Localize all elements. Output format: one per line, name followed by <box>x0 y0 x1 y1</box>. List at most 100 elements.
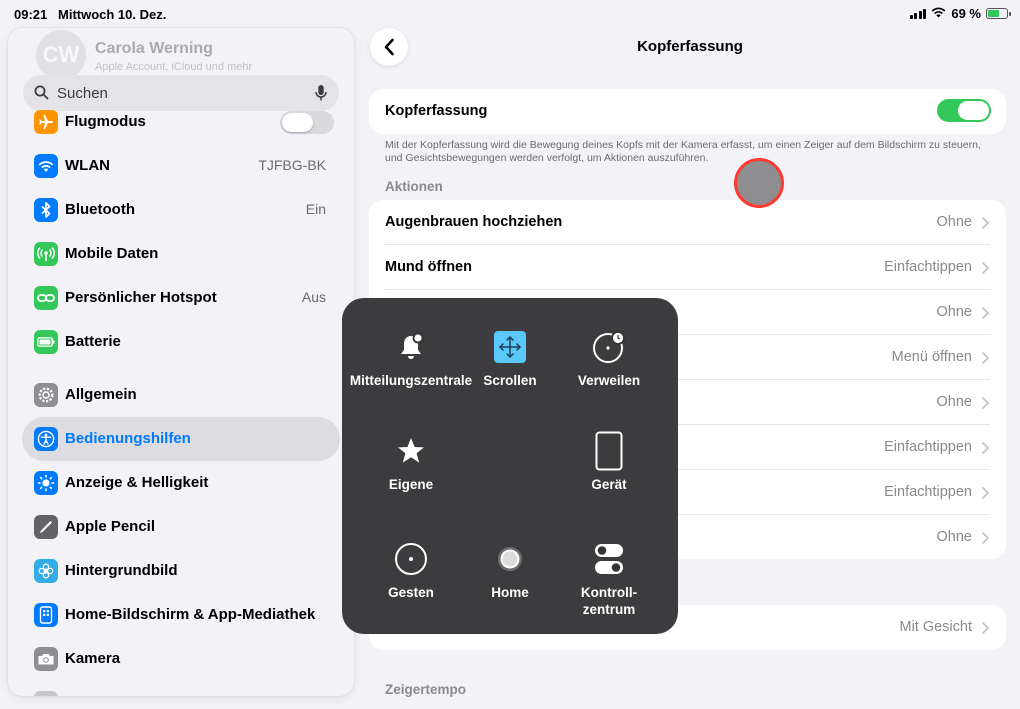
sidebar-item-label: Mobile Daten <box>65 245 159 262</box>
sidebar-item-label: Anzeige & Helligkeit <box>65 474 209 491</box>
action-value: Ohne <box>936 394 972 410</box>
action-row[interactable]: Mund öffnen Einfachtippen <box>369 245 1006 290</box>
battery-fill <box>988 10 1000 17</box>
sidebar-item-bedienungshilfen[interactable]: Bedienungshilfen <box>22 417 340 461</box>
avatar: CW <box>36 30 86 80</box>
next-item-icon <box>34 691 58 696</box>
sidebar-item-home-bildschirm[interactable]: Home-Bildschirm & App-Mediathek <box>22 593 340 637</box>
wifi-icon <box>34 154 58 178</box>
account-subtitle: Apple Account, iCloud und mehr <box>95 61 253 73</box>
cellular-signal-icon <box>909 8 927 19</box>
gear-icon <box>34 383 58 407</box>
action-label: Augenbrauen hochziehen <box>385 214 563 230</box>
mode-value: Mit Gesicht <box>899 619 972 635</box>
sidebar-item-anzeige[interactable]: Anzeige & Helligkeit <box>22 461 340 505</box>
accessibility-icon <box>34 427 58 451</box>
menu-item-geraet[interactable]: Gerät <box>544 431 674 493</box>
chevron-left-icon <box>384 38 394 56</box>
sidebar-item-value: Aus <box>301 289 326 305</box>
sidebar-item-hintergrundbild[interactable]: Hintergrundbild <box>22 549 340 593</box>
account-name: Carola Werning <box>95 40 213 57</box>
menu-item-eigene[interactable]: Eigene <box>346 432 476 493</box>
sidebar-item-label: Persönlicher Hotspot <box>65 289 217 306</box>
sidebar-item-label: Apple Pencil <box>65 518 156 535</box>
settings-sidebar: CW Carola Werning Apple Account, iCloud … <box>8 28 354 696</box>
action-value: Ohne <box>936 529 972 545</box>
sidebar-item-wlan[interactable]: WLAN TJFBG-BK <box>22 144 340 188</box>
chevron-right-icon <box>982 442 989 454</box>
sidebar-item-batterie[interactable]: Batterie <box>22 320 340 364</box>
pointer-action-menu: Mitteilungszentrale Scrollen Verweilen E… <box>342 298 678 634</box>
sidebar-item-label: Flugmodus <box>65 113 146 130</box>
menu-item-label: Verweilen <box>577 373 641 388</box>
head-tracking-toggle[interactable] <box>937 99 991 122</box>
status-date: Mittwoch 10. Dez. <box>58 7 167 22</box>
pencil-icon <box>34 515 58 539</box>
camera-icon <box>34 647 58 671</box>
action-value: Ohne <box>936 304 972 320</box>
action-row[interactable]: Augenbrauen hochziehen Ohne <box>369 200 1006 245</box>
head-pointer-cursor <box>734 158 784 208</box>
sidebar-item-next[interactable] <box>22 681 340 696</box>
menu-item-label: Eigene <box>388 477 434 492</box>
sidebar-item-label: Home-Bildschirm & App-Mediathek <box>65 606 316 623</box>
sidebar-item-kamera[interactable]: Kamera <box>22 637 340 681</box>
chevron-right-icon <box>982 352 989 364</box>
chevron-right-icon <box>982 262 989 274</box>
airplane-mode-toggle[interactable] <box>280 111 334 134</box>
sidebar-item-apple-pencil[interactable]: Apple Pencil <box>22 505 340 549</box>
flower-icon <box>34 559 58 583</box>
battery-percent: 69 % <box>951 6 981 21</box>
sidebar-item-label: Kamera <box>65 650 121 667</box>
chevron-right-icon <box>982 622 989 634</box>
action-value: Einfachtippen <box>884 484 972 500</box>
page-title: Kopferfassung <box>637 38 743 55</box>
toggle-knob <box>282 113 313 132</box>
sidebar-item-label: Hintergrundbild <box>65 562 178 579</box>
sidebar-item-bluetooth[interactable]: Bluetooth Ein <box>22 188 340 232</box>
action-value: Einfachtippen <box>884 439 972 455</box>
head-tracking-card: Kopferfassung <box>369 89 1006 134</box>
pointer-speed-header: Zeigertempo <box>385 682 467 697</box>
switches-icon <box>544 540 674 578</box>
status-bar: 09:21 Mittwoch 10. Dez. 69 % <box>0 0 1020 28</box>
sidebar-item-value: TJFBG-BK <box>258 157 326 173</box>
star-icon <box>346 432 476 470</box>
sidebar-item-flugmodus[interactable]: Flugmodus <box>22 100 340 144</box>
action-value: Menü öffnen <box>891 349 972 365</box>
status-time: 09:21 <box>14 7 48 22</box>
head-tracking-label: Kopferfassung <box>385 103 488 119</box>
action-label: Mund öffnen <box>385 259 472 275</box>
sidebar-item-allgemein[interactable]: Allgemein <box>22 373 340 417</box>
menu-item-verweilen[interactable]: Verweilen <box>544 328 674 389</box>
sidebar-item-mobile-daten[interactable]: Mobile Daten <box>22 232 340 276</box>
toggle-knob <box>958 101 989 120</box>
status-right: 69 % <box>909 6 1011 21</box>
chevron-right-icon <box>982 217 989 229</box>
home-screen-icon <box>34 603 58 627</box>
action-value: Einfachtippen <box>884 259 972 275</box>
back-button[interactable] <box>370 28 408 66</box>
sidebar-item-value: Ein <box>305 201 326 217</box>
sidebar-item-label: Bedienungshilfen <box>65 430 191 447</box>
antenna-icon <box>34 242 58 266</box>
sun-icon <box>34 471 58 495</box>
battery-icon <box>34 330 58 354</box>
menu-item-label: Gerät <box>591 477 627 492</box>
head-tracking-row[interactable]: Kopferfassung <box>369 89 1006 134</box>
sidebar-item-hotspot[interactable]: Persönlicher Hotspot Aus <box>22 276 340 320</box>
chevron-right-icon <box>982 307 989 319</box>
sidebar-item-label: Batterie <box>65 333 121 350</box>
sidebar-item-label: WLAN <box>65 157 110 174</box>
action-value: Ohne <box>936 214 972 230</box>
dwell-timer-icon <box>544 328 674 366</box>
chevron-right-icon <box>982 532 989 544</box>
head-tracking-footnote: Mit der Kopferfassung wird die Bewegung … <box>385 139 981 164</box>
bluetooth-icon <box>34 198 58 222</box>
ipad-icon <box>544 431 674 471</box>
airplane-icon <box>34 110 58 134</box>
wifi-status-icon <box>931 6 946 21</box>
sidebar-item-label: Allgemein <box>65 386 137 403</box>
menu-item-kontrollzentrum[interactable]: Kontroll-zentrum <box>544 540 674 618</box>
hotspot-icon <box>34 286 58 310</box>
